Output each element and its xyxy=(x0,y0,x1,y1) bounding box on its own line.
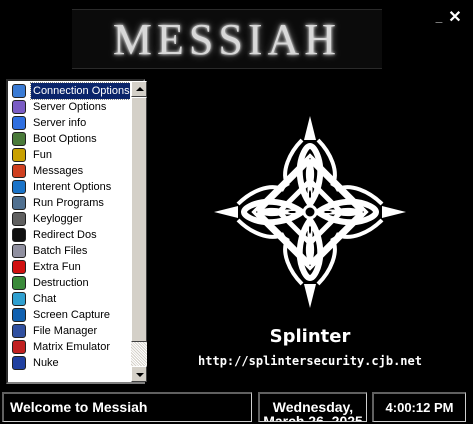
connection-options-icon xyxy=(12,84,26,98)
status-welcome: Welcome to Messiah xyxy=(2,392,252,422)
menu-item-label: Server Options xyxy=(33,101,107,113)
menu-item-label: Connection Options xyxy=(30,82,130,100)
extra-fun-icon xyxy=(12,260,26,274)
welcome-text: Welcome to Messiah xyxy=(10,399,148,415)
scroll-track[interactable] xyxy=(131,342,147,366)
menu-item[interactable]: Extra Fun xyxy=(8,259,130,275)
menu-item-label: Matrix Emulator xyxy=(33,341,111,353)
menu-item[interactable]: Matrix Emulator xyxy=(8,339,130,355)
menu-item-label: Server info xyxy=(33,117,87,129)
arrow-down-icon xyxy=(136,373,144,377)
menu-item-label: Keylogger xyxy=(33,213,83,225)
menu-item[interactable]: Boot Options xyxy=(8,131,130,147)
menu-item[interactable]: Connection Options xyxy=(8,82,130,100)
redirect-dos-icon xyxy=(12,228,26,242)
menu-item[interactable]: Fun xyxy=(8,147,130,163)
menu-item[interactable]: Messages xyxy=(8,163,130,179)
logo-url: http://splintersecurity.cjb.net xyxy=(198,354,422,368)
menu-item[interactable]: Chat xyxy=(8,291,130,307)
menu-item-label: Destruction xyxy=(33,277,89,289)
logo-name: Splinter xyxy=(269,326,351,347)
menu-item-label: Screen Capture xyxy=(33,309,111,321)
scroll-down-button[interactable] xyxy=(131,366,147,382)
app-title: MESSIAH xyxy=(112,14,342,64)
menu-item-label: Batch Files xyxy=(33,245,88,257)
menu-item-label: Boot Options xyxy=(33,133,97,145)
matrix-emulator-icon xyxy=(12,340,26,354)
internet-options-icon xyxy=(12,180,26,194)
nuke-icon xyxy=(12,356,26,370)
menu-item[interactable]: Screen Capture xyxy=(8,307,130,323)
menu-item[interactable]: File Manager xyxy=(8,323,130,339)
run-programs-icon xyxy=(12,196,26,210)
arrow-up-icon xyxy=(136,87,144,91)
server-options-icon xyxy=(12,100,26,114)
menu-item-label: Messages xyxy=(33,165,84,177)
menu-item-label: Extra Fun xyxy=(33,261,81,273)
menu-item[interactable]: Run Programs xyxy=(8,195,130,211)
menu-item-label: Chat xyxy=(33,293,57,305)
status-date: Wednesday, March 26, 2025 xyxy=(258,392,367,422)
minimize-button[interactable]: _ xyxy=(432,10,446,24)
date-text: Wednesday, March 26, 2025 xyxy=(263,399,363,422)
chat-icon xyxy=(12,292,26,306)
menu-list: Connection Options Server Options Server i… xyxy=(8,81,130,382)
menu-item[interactable]: Nuke xyxy=(8,355,130,371)
menu-item[interactable]: Interent Options xyxy=(8,179,130,195)
keylogger-icon xyxy=(12,212,26,226)
menu-item[interactable]: Batch Files xyxy=(8,243,130,259)
menu-item[interactable]: Server Options xyxy=(8,99,130,115)
knot-shape xyxy=(214,116,406,308)
menu-item-label: Fun xyxy=(33,149,52,161)
file-manager-icon xyxy=(12,324,26,338)
status-time: 4:00:12 PM xyxy=(372,392,466,422)
menu-item[interactable]: Redirect Dos xyxy=(8,227,130,243)
menu-item-label: Interent Options xyxy=(33,181,112,193)
time-text: 4:00:12 PM xyxy=(385,400,454,415)
batch-files-icon xyxy=(12,244,26,258)
scroll-up-button[interactable] xyxy=(131,81,147,97)
screen-capture-icon xyxy=(12,308,26,322)
menu-item[interactable]: Keylogger xyxy=(8,211,130,227)
boot-options-icon xyxy=(12,132,26,146)
menu-item[interactable]: Destruction xyxy=(8,275,130,291)
menu-list-panel: Connection Options Server Options Server i… xyxy=(6,79,147,384)
scroll-thumb[interactable] xyxy=(131,97,147,342)
menu-item-label: Run Programs xyxy=(33,197,104,209)
fun-icon xyxy=(12,148,26,162)
destruction-icon xyxy=(12,276,26,290)
close-button[interactable]: ✕ xyxy=(446,9,464,27)
menu-item-label: File Manager xyxy=(33,325,98,337)
menu-item[interactable]: Server info xyxy=(8,115,130,131)
menu-item-label: Nuke xyxy=(33,357,59,369)
menu-item-label: Redirect Dos xyxy=(33,229,97,241)
menu-scrollbar[interactable] xyxy=(131,81,147,382)
server-info-icon xyxy=(12,116,26,130)
messages-icon xyxy=(12,164,26,178)
